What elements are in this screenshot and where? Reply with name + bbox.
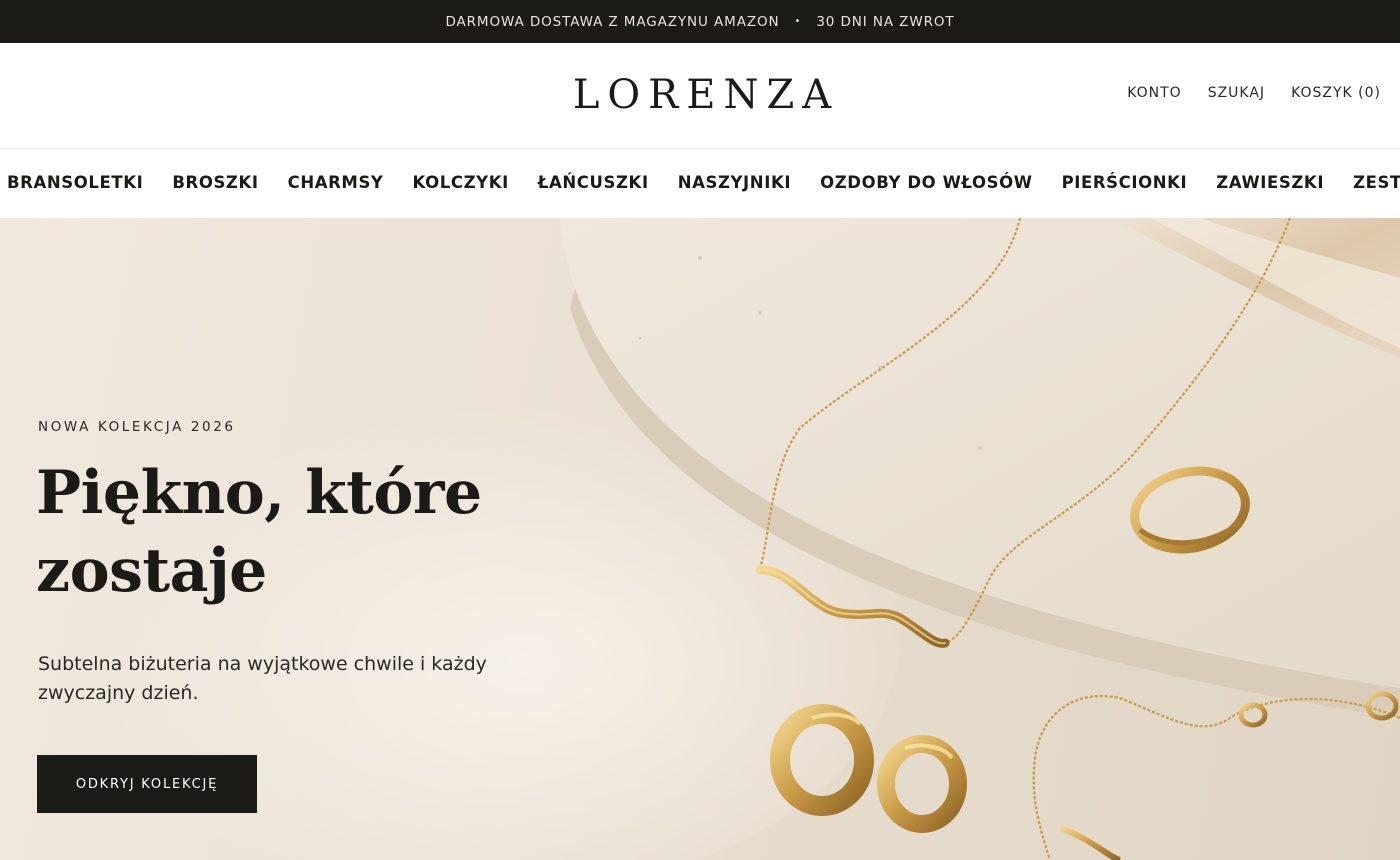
- nav-item-lancuszki[interactable]: ŁAŃCUSZKI: [538, 173, 649, 192]
- hero-subtitle-line-2: zwyczajny dzień.: [38, 682, 199, 704]
- nav-item-broszki[interactable]: BROSZKI: [172, 173, 258, 192]
- hero-subtitle: Subtelna biżuteria na wyjątkowe chwile i…: [38, 650, 518, 708]
- discover-collection-button[interactable]: ODKRYJ KOLEKCJĘ: [37, 755, 257, 813]
- hero-title-line-2: zostaje: [36, 536, 267, 606]
- header-utility-links: KONTO SZUKAJ KOSZYK (0): [1127, 85, 1381, 101]
- nav-item-pierscionki[interactable]: PIERŚCIONKI: [1062, 173, 1188, 192]
- hero-banner: NOWA KOLEKCJA 2026 Piękno, które zostaje…: [0, 218, 1400, 860]
- search-link[interactable]: SZUKAJ: [1208, 85, 1265, 101]
- announcement-bar: DARMOWA DOSTAWA Z MAGAZYNU AMAZON • 30 D…: [0, 0, 1400, 43]
- site-header: LORENZA KONTO SZUKAJ KOSZYK (0): [0, 43, 1400, 149]
- category-nav: BRANSOLETKI BROSZKI CHARMSY KOLCZYKI ŁAŃ…: [0, 149, 1400, 218]
- cart-link[interactable]: KOSZYK (0): [1291, 85, 1381, 101]
- nav-item-naszyjniki[interactable]: NASZYJNIKI: [678, 173, 791, 192]
- announcement-shipping: DARMOWA DOSTAWA Z MAGAZYNU AMAZON: [445, 13, 780, 30]
- category-nav-items: BRANSOLETKI BROSZKI CHARMSY KOLCZYKI ŁAŃ…: [7, 173, 1400, 192]
- nav-item-charmsy[interactable]: CHARMSY: [288, 173, 384, 192]
- nav-item-bransoletki[interactable]: BRANSOLETKI: [7, 173, 143, 192]
- nav-item-zawieszki[interactable]: ZAWIESZKI: [1216, 173, 1324, 192]
- announcement-returns: 30 DNI NA ZWROT: [816, 13, 955, 30]
- nav-item-ozdoby-do-wlosow[interactable]: OZDOBY DO WŁOSÓW: [820, 173, 1033, 192]
- hero-title: Piękno, które zostaje: [36, 454, 556, 610]
- hero-title-line-1: Piękno, które: [36, 458, 482, 528]
- nav-item-kolczyki[interactable]: KOLCZYKI: [412, 173, 508, 192]
- nav-item-zestawy[interactable]: ZESTAWY: [1353, 173, 1400, 192]
- hero-subtitle-line-1: Subtelna biżuteria na wyjątkowe chwile i…: [38, 653, 487, 675]
- hero-eyebrow: NOWA KOLEKCJA 2026: [38, 419, 236, 435]
- account-link[interactable]: KONTO: [1127, 85, 1181, 101]
- announcement-separator: •: [794, 16, 802, 27]
